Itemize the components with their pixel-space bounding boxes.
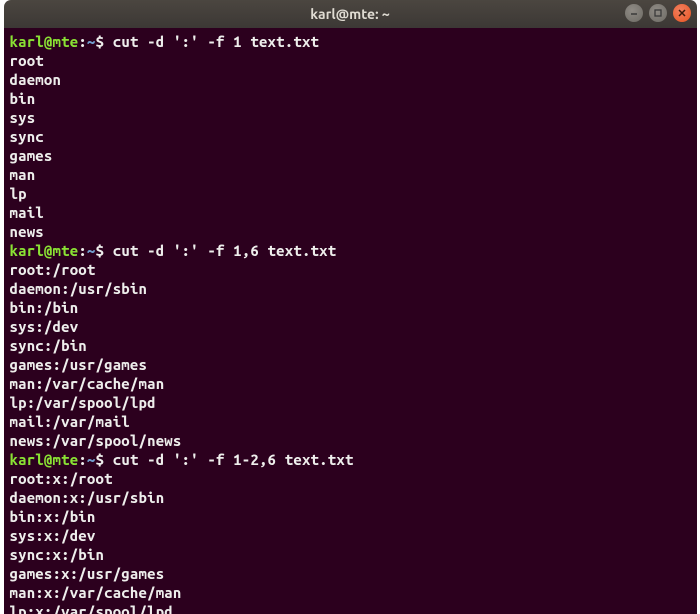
maximize-button[interactable]: [649, 4, 667, 22]
output-line: news: [10, 222, 691, 241]
prompt-sep: :: [78, 242, 87, 259]
output-line: sys: [10, 108, 691, 127]
output-line: man:x:/var/cache/man: [10, 583, 691, 602]
window-title: karl@mte: ~: [310, 6, 390, 22]
output-line: root:/root: [10, 260, 691, 279]
prompt-user: karl@mte: [10, 451, 79, 468]
output-line: lp:/var/spool/lpd: [10, 393, 691, 412]
output-line: daemon: [10, 70, 691, 89]
prompt-path: ~: [87, 451, 96, 468]
close-icon: [677, 8, 687, 18]
output-line: man: [10, 165, 691, 184]
prompt-user: karl@mte: [10, 242, 79, 259]
output-line: games:/usr/games: [10, 355, 691, 374]
prompt-dollar: $: [96, 242, 105, 259]
prompt-dollar: $: [96, 33, 105, 50]
output-line: lp: [10, 184, 691, 203]
output-line: daemon:x:/usr/sbin: [10, 488, 691, 507]
output-line: games:x:/usr/games: [10, 564, 691, 583]
command-text: cut -d ':' -f 1-2,6 text.txt: [104, 451, 353, 468]
prompt-line: karl@mte:~$ cut -d ':' -f 1,6 text.txt: [10, 241, 691, 260]
output-line: root: [10, 51, 691, 70]
prompt-dollar: $: [96, 451, 105, 468]
output-line: sys:/dev: [10, 317, 691, 336]
terminal-body[interactable]: karl@mte:~$ cut -d ':' -f 1 text.txt roo…: [4, 28, 697, 614]
output-line: news:/var/spool/news: [10, 431, 691, 450]
output-line: daemon:/usr/sbin: [10, 279, 691, 298]
output-line: mail:/var/mail: [10, 412, 691, 431]
maximize-icon: [653, 8, 663, 18]
output-line: root:x:/root: [10, 469, 691, 488]
minimize-icon: [629, 8, 639, 18]
output-line: sys:x:/dev: [10, 526, 691, 545]
output-line: lp:x:/var/spool/lpd: [10, 602, 691, 614]
prompt-user: karl@mte: [10, 33, 79, 50]
output-line: bin:x:/bin: [10, 507, 691, 526]
window-controls: [625, 4, 691, 22]
prompt-line: karl@mte:~$ cut -d ':' -f 1-2,6 text.txt: [10, 450, 691, 469]
command-text: cut -d ':' -f 1,6 text.txt: [104, 242, 336, 259]
output-line: sync: [10, 127, 691, 146]
prompt-sep: :: [78, 33, 87, 50]
output-line: bin: [10, 89, 691, 108]
terminal-window: karl@mte: ~ karl@mte:~$ cut -d ':' -f 1 …: [4, 0, 697, 614]
output-line: mail: [10, 203, 691, 222]
prompt-sep: :: [78, 451, 87, 468]
output-line: sync:/bin: [10, 336, 691, 355]
output-line: sync:x:/bin: [10, 545, 691, 564]
output-line: games: [10, 146, 691, 165]
minimize-button[interactable]: [625, 4, 643, 22]
prompt-line: karl@mte:~$ cut -d ':' -f 1 text.txt: [10, 32, 691, 51]
command-text: cut -d ':' -f 1 text.txt: [104, 33, 319, 50]
close-button[interactable]: [673, 4, 691, 22]
titlebar[interactable]: karl@mte: ~: [4, 0, 697, 28]
prompt-path: ~: [87, 242, 96, 259]
output-line: man:/var/cache/man: [10, 374, 691, 393]
prompt-path: ~: [87, 33, 96, 50]
output-line: bin:/bin: [10, 298, 691, 317]
